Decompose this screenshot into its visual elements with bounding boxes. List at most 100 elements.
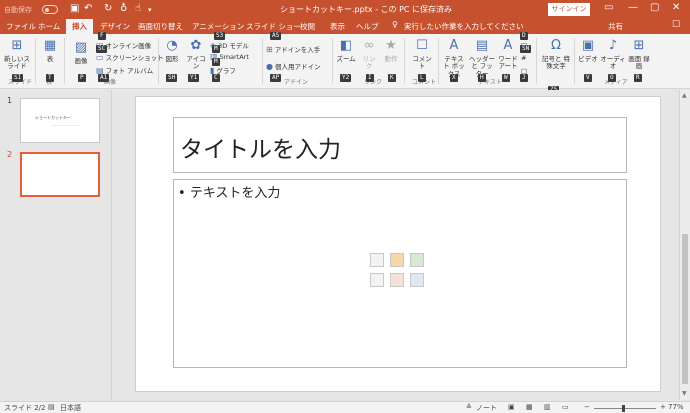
title-placeholder[interactable]: タイトルを入力 bbox=[173, 117, 627, 173]
shapes-label: 図形 bbox=[165, 55, 179, 63]
scrollbar-thumb[interactable] bbox=[682, 234, 688, 384]
separator bbox=[574, 38, 575, 84]
maximize-icon[interactable]: ▢ bbox=[650, 2, 659, 13]
redo-icon[interactable]: ↻ bbox=[104, 3, 112, 14]
keytip: L bbox=[418, 74, 426, 82]
slide-sorter-icon[interactable]: ▦ bbox=[526, 403, 533, 411]
autosave-toggle[interactable] bbox=[42, 5, 58, 14]
close-icon[interactable]: ✕ bbox=[672, 2, 680, 13]
action-label: 動作 bbox=[384, 55, 398, 63]
slide-editing-area: タイトルを入力 • テキストを入力 bbox=[112, 90, 678, 400]
table-icon: ▦ bbox=[43, 38, 57, 53]
scroll-up-icon[interactable]: ▲ bbox=[682, 92, 687, 99]
icons-button[interactable]: ✿ アイコン bbox=[184, 38, 208, 71]
zoom-in-icon[interactable]: + bbox=[660, 403, 666, 411]
tab-view[interactable]: 表示 bbox=[330, 21, 345, 32]
scroll-down-icon[interactable]: ▼ bbox=[682, 390, 687, 397]
shapes-button[interactable]: ◔ 図形 bbox=[162, 38, 182, 63]
speaker-icon: ♪ bbox=[608, 38, 618, 53]
personal-addins-button[interactable]: ● 個人用アドイン bbox=[266, 61, 320, 71]
insert-video-icon[interactable] bbox=[410, 273, 424, 287]
insert-table-icon[interactable] bbox=[370, 253, 384, 267]
keytip: Y1 bbox=[188, 74, 200, 82]
normal-view-icon[interactable]: ▣ bbox=[508, 403, 515, 411]
separator bbox=[404, 38, 405, 84]
addin-icon: ● bbox=[266, 62, 273, 71]
table-button[interactable]: ▦ 表 bbox=[40, 38, 60, 63]
store-icon: ⊞ bbox=[266, 45, 273, 54]
reading-view-icon[interactable]: ▥ bbox=[544, 403, 551, 411]
tab-review[interactable]: 校閲 bbox=[300, 21, 315, 32]
bullet-text: • テキストを入力 bbox=[178, 186, 281, 201]
insert-smartart-icon[interactable] bbox=[410, 253, 424, 267]
tab-home[interactable]: ホーム bbox=[38, 21, 60, 32]
tab-insert[interactable]: 挿入 bbox=[66, 19, 93, 34]
comment-icon: ☐ bbox=[416, 38, 428, 53]
tab-file[interactable]: ファイル bbox=[6, 21, 36, 32]
ribbon-display-icon[interactable]: ▭ bbox=[604, 2, 613, 13]
save-icon[interactable]: ▣ bbox=[70, 3, 79, 14]
zoom-button[interactable]: ◧ ズーム bbox=[336, 38, 356, 63]
customize-icon[interactable]: ▾ bbox=[148, 6, 152, 14]
comment-label: コメント bbox=[412, 55, 432, 71]
separator bbox=[158, 38, 159, 84]
slideshow-icon[interactable]: ▭ bbox=[562, 403, 569, 411]
slide-canvas[interactable]: タイトルを入力 • テキストを入力 bbox=[135, 96, 661, 392]
slide-thumbnail-1[interactable]: ショートカットキー —————————— bbox=[20, 98, 100, 143]
video-button[interactable]: ▣ ビデオ bbox=[578, 38, 598, 63]
symbol-button[interactable]: Ω 記号と 特殊文字 bbox=[540, 38, 572, 71]
tab-help[interactable]: ヘルプ bbox=[356, 21, 379, 32]
omega-icon: Ω bbox=[551, 38, 561, 53]
image-button[interactable]: ▨ 画像 bbox=[70, 40, 92, 65]
tab-design[interactable]: デザイン bbox=[100, 21, 130, 32]
textbox-button[interactable]: A テキスト ボックス bbox=[442, 38, 466, 78]
header-footer-button[interactable]: ▤ ヘッダーと フッター bbox=[468, 38, 496, 78]
insert-chart-icon[interactable] bbox=[390, 253, 404, 267]
keytip: A1 bbox=[98, 74, 110, 82]
screen-record-button[interactable]: ⊞ 画面 録画 bbox=[628, 38, 650, 71]
tab-transitions[interactable]: 画面切り替え bbox=[138, 21, 183, 32]
zoom-out-icon[interactable]: − bbox=[584, 403, 590, 411]
undo-icon[interactable]: ↶ bbox=[84, 3, 92, 14]
spellcheck-icon[interactable]: ▤ bbox=[48, 403, 55, 411]
tab-slideshow[interactable]: スライド ショー bbox=[246, 21, 301, 32]
notes-button[interactable]: ノート bbox=[476, 403, 497, 413]
search-input[interactable]: 実行したい作業を入力してください bbox=[404, 21, 524, 32]
comment-button[interactable]: ☐ コメント bbox=[410, 38, 434, 71]
keytip: SN bbox=[520, 45, 532, 53]
header-footer-icon: ▤ bbox=[475, 38, 489, 53]
audio-button[interactable]: ♪ オーディオ bbox=[600, 38, 626, 71]
screenshot-button[interactable]: ▭ スクリーンショット bbox=[96, 52, 164, 62]
keytip: C bbox=[212, 74, 220, 82]
touch-icon[interactable]: ☝ bbox=[135, 3, 141, 14]
zoom-slider[interactable] bbox=[594, 408, 656, 409]
insert-picture-icon[interactable] bbox=[370, 273, 384, 287]
minimize-icon[interactable]: — bbox=[628, 2, 638, 13]
language[interactable]: 日本語 bbox=[60, 403, 81, 413]
action-button[interactable]: ★ 動作 bbox=[382, 38, 400, 63]
wordart-button[interactable]: A ワード アート bbox=[497, 38, 519, 71]
zoom-slider-knob[interactable] bbox=[622, 405, 625, 412]
title-bar: 自動保存 ▣ ↶ ↻ ♁ ☝ ▾ ショートカットキー.pptx - この PC … bbox=[0, 0, 690, 19]
presentation-icon[interactable]: ♁ bbox=[120, 3, 127, 14]
group-addins-label: アドイン bbox=[284, 79, 309, 86]
smartart-label: SmartArt bbox=[219, 53, 249, 61]
link-icon: ∞ bbox=[363, 38, 375, 53]
new-slide-button[interactable]: ⊞ 新しいスライド bbox=[4, 38, 30, 71]
comments-icon[interactable]: ☐ bbox=[672, 20, 680, 30]
slide-number-icon[interactable]: # bbox=[521, 54, 526, 62]
table-label: 表 bbox=[46, 55, 54, 63]
insert-online-picture-icon[interactable] bbox=[390, 273, 404, 287]
content-placeholder[interactable]: • テキストを入力 bbox=[173, 179, 627, 368]
share-button[interactable]: 共有 bbox=[608, 21, 623, 32]
slide-thumbnail-2[interactable] bbox=[20, 152, 100, 197]
tab-animations[interactable]: アニメーション bbox=[192, 21, 244, 32]
signin-button[interactable]: サインイン bbox=[548, 3, 590, 16]
zoom-level[interactable]: 77% bbox=[668, 403, 684, 411]
get-addins-button[interactable]: ⊞ アドインを入手 bbox=[266, 44, 320, 54]
video-label: ビデオ bbox=[578, 55, 598, 63]
star-icon: ★ bbox=[385, 38, 397, 53]
icons-icon: ✿ bbox=[190, 38, 202, 53]
link-button[interactable]: ∞ リンク bbox=[360, 38, 378, 71]
vertical-scrollbar[interactable]: ▲ ▼ bbox=[679, 90, 690, 400]
